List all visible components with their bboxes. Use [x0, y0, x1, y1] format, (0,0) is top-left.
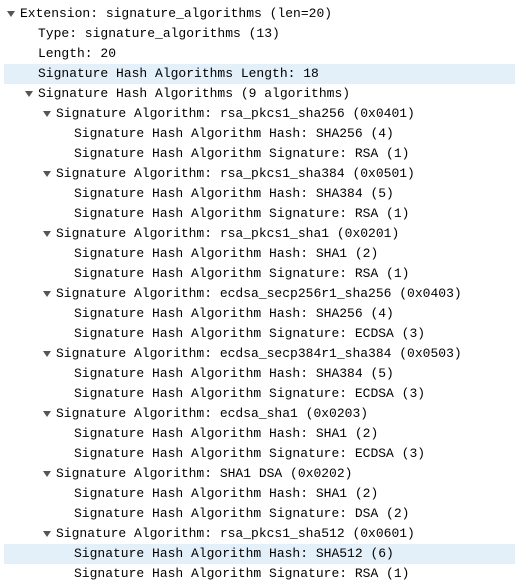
signature-hash-row[interactable]: Signature Hash Algorithm Hash: SHA256 (4… — [4, 124, 515, 144]
signature-sig-row[interactable]: Signature Hash Algorithm Signature: RSA … — [4, 144, 515, 164]
signature-hash-text: Signature Hash Algorithm Hash: SHA256 (4… — [74, 304, 394, 324]
signature-sig-row[interactable]: Signature Hash Algorithm Signature: ECDS… — [4, 324, 515, 344]
algorithms-list: Signature Algorithm: rsa_pkcs1_sha256 (0… — [4, 104, 515, 584]
signature-algorithm-text: Signature Algorithm: rsa_pkcs1_sha256 (0… — [56, 104, 415, 124]
signature-hash-text: Signature Hash Algorithm Hash: SHA1 (2) — [74, 484, 378, 504]
algorithms-header-row[interactable]: Signature Hash Algorithms (9 algorithms) — [4, 84, 515, 104]
signature-algorithm-text: Signature Algorithm: ecdsa_secp256r1_sha… — [56, 284, 462, 304]
signature-sig-text: Signature Hash Algorithm Signature: DSA … — [74, 504, 409, 524]
signature-sig-row[interactable]: Signature Hash Algorithm Signature: ECDS… — [4, 444, 515, 464]
signature-hash-row[interactable]: Signature Hash Algorithm Hash: SHA512 (6… — [4, 544, 515, 564]
algorithms-header-text: Signature Hash Algorithms (9 algorithms) — [38, 84, 350, 104]
chevron-down-icon — [40, 349, 54, 359]
extension-header-text: Extension: signature_algorithms (len=20) — [20, 4, 332, 24]
signature-sig-text: Signature Hash Algorithm Signature: RSA … — [74, 144, 409, 164]
signature-algorithm-row[interactable]: Signature Algorithm: SHA1 DSA (0x0202) — [4, 464, 515, 484]
chevron-down-icon — [40, 469, 54, 479]
signature-sig-text: Signature Hash Algorithm Signature: ECDS… — [74, 324, 425, 344]
signature-hash-text: Signature Hash Algorithm Hash: SHA384 (5… — [74, 364, 394, 384]
signature-hash-text: Signature Hash Algorithm Hash: SHA512 (6… — [74, 544, 394, 564]
signature-algorithm-text: Signature Algorithm: SHA1 DSA (0x0202) — [56, 464, 352, 484]
chevron-down-icon — [40, 229, 54, 239]
chevron-down-icon — [22, 89, 36, 99]
chevron-down-icon — [4, 9, 18, 19]
signature-hash-row[interactable]: Signature Hash Algorithm Hash: SHA1 (2) — [4, 244, 515, 264]
packet-details-tree: Extension: signature_algorithms (len=20)… — [0, 0, 515, 588]
signature-algorithm-text: Signature Algorithm: rsa_pkcs1_sha384 (0… — [56, 164, 415, 184]
signature-hash-text: Signature Hash Algorithm Hash: SHA1 (2) — [74, 424, 378, 444]
signature-algorithm-row[interactable]: Signature Algorithm: rsa_pkcs1_sha512 (0… — [4, 524, 515, 544]
chevron-down-icon — [40, 169, 54, 179]
signature-hash-row[interactable]: Signature Hash Algorithm Hash: SHA384 (5… — [4, 184, 515, 204]
signature-hash-text: Signature Hash Algorithm Hash: SHA1 (2) — [74, 244, 378, 264]
signature-algorithm-text: Signature Algorithm: rsa_pkcs1_sha512 (0… — [56, 524, 415, 544]
type-row[interactable]: Type: signature_algorithms (13) — [4, 24, 515, 44]
signature-algorithm-text: Signature Algorithm: ecdsa_sha1 (0x0203) — [56, 404, 368, 424]
signature-hash-text: Signature Hash Algorithm Hash: SHA256 (4… — [74, 124, 394, 144]
signature-algorithm-row[interactable]: Signature Algorithm: rsa_pkcs1_sha256 (0… — [4, 104, 515, 124]
chevron-down-icon — [40, 529, 54, 539]
signature-sig-row[interactable]: Signature Hash Algorithm Signature: RSA … — [4, 264, 515, 284]
length-row[interactable]: Length: 20 — [4, 44, 515, 64]
signature-hash-row[interactable]: Signature Hash Algorithm Hash: SHA1 (2) — [4, 484, 515, 504]
signature-sig-text: Signature Hash Algorithm Signature: ECDS… — [74, 384, 425, 404]
signature-sig-row[interactable]: Signature Hash Algorithm Signature: DSA … — [4, 504, 515, 524]
signature-hash-row[interactable]: Signature Hash Algorithm Hash: SHA384 (5… — [4, 364, 515, 384]
signature-algorithm-text: Signature Algorithm: rsa_pkcs1_sha1 (0x0… — [56, 224, 399, 244]
signature-sig-row[interactable]: Signature Hash Algorithm Signature: RSA … — [4, 204, 515, 224]
signature-sig-text: Signature Hash Algorithm Signature: RSA … — [74, 564, 409, 584]
signature-algorithm-row[interactable]: Signature Algorithm: ecdsa_sha1 (0x0203) — [4, 404, 515, 424]
signature-sig-text: Signature Hash Algorithm Signature: RSA … — [74, 204, 409, 224]
sha-length-text: Signature Hash Algorithms Length: 18 — [38, 64, 319, 84]
signature-sig-text: Signature Hash Algorithm Signature: ECDS… — [74, 444, 425, 464]
signature-hash-text: Signature Hash Algorithm Hash: SHA384 (5… — [74, 184, 394, 204]
signature-algorithm-row[interactable]: Signature Algorithm: ecdsa_secp256r1_sha… — [4, 284, 515, 304]
signature-algorithm-row[interactable]: Signature Algorithm: rsa_pkcs1_sha384 (0… — [4, 164, 515, 184]
length-text: Length: 20 — [38, 44, 116, 64]
signature-sig-row[interactable]: Signature Hash Algorithm Signature: RSA … — [4, 564, 515, 584]
signature-algorithm-row[interactable]: Signature Algorithm: rsa_pkcs1_sha1 (0x0… — [4, 224, 515, 244]
signature-sig-row[interactable]: Signature Hash Algorithm Signature: ECDS… — [4, 384, 515, 404]
chevron-down-icon — [40, 409, 54, 419]
signature-algorithm-row[interactable]: Signature Algorithm: ecdsa_secp384r1_sha… — [4, 344, 515, 364]
signature-hash-row[interactable]: Signature Hash Algorithm Hash: SHA256 (4… — [4, 304, 515, 324]
chevron-down-icon — [40, 289, 54, 299]
type-text: Type: signature_algorithms (13) — [38, 24, 280, 44]
sha-length-row[interactable]: Signature Hash Algorithms Length: 18 — [4, 64, 515, 84]
signature-algorithm-text: Signature Algorithm: ecdsa_secp384r1_sha… — [56, 344, 462, 364]
signature-hash-row[interactable]: Signature Hash Algorithm Hash: SHA1 (2) — [4, 424, 515, 444]
signature-sig-text: Signature Hash Algorithm Signature: RSA … — [74, 264, 409, 284]
extension-header-row[interactable]: Extension: signature_algorithms (len=20) — [4, 4, 515, 24]
chevron-down-icon — [40, 109, 54, 119]
